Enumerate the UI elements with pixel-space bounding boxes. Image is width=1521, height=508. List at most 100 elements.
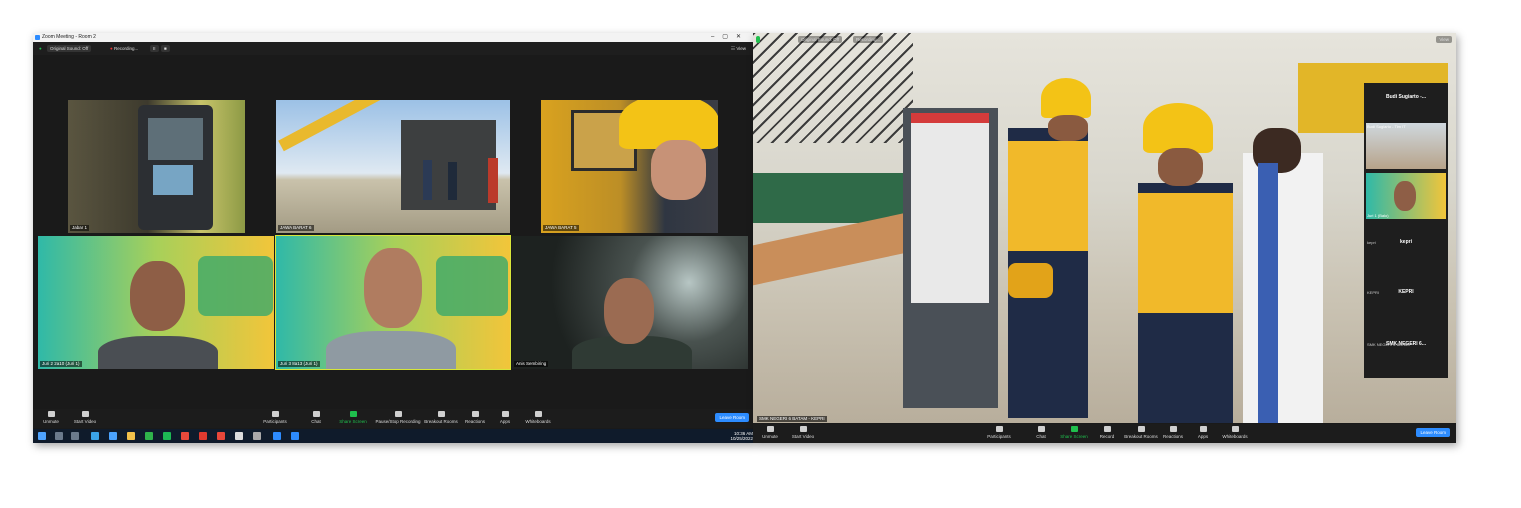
share-screen-label: Share Screen xyxy=(1060,434,1088,439)
motor xyxy=(1008,263,1053,298)
apps-icon xyxy=(1199,426,1207,432)
face xyxy=(1394,181,1416,211)
apps-label: Apps xyxy=(1197,434,1209,439)
windows-taskbar: 10:36 AM 10/25/2022 xyxy=(33,429,753,443)
breakout-label: Breakout Rooms xyxy=(424,419,458,424)
whiteboard-icon xyxy=(1231,426,1239,432)
recording-indicator[interactable]: ● Recording... xyxy=(107,45,141,52)
zoom-icon xyxy=(35,35,40,40)
start-video-label: Start Video xyxy=(73,419,97,424)
chat-label: Chat xyxy=(311,419,321,424)
edge-icon[interactable] xyxy=(91,432,99,440)
hard-hat xyxy=(1041,78,1091,118)
main-video[interactable] xyxy=(753,33,1456,423)
pause-recording-icon xyxy=(394,411,402,417)
start-video-label: Start Video xyxy=(791,434,815,439)
video-off-icon xyxy=(81,411,89,417)
hard-hat xyxy=(1143,103,1213,153)
spotify-icon[interactable] xyxy=(163,432,171,440)
mail-icon[interactable] xyxy=(109,432,117,440)
search-icon[interactable] xyxy=(55,432,63,440)
share-screen-icon xyxy=(1070,426,1078,432)
stop-icon[interactable]: ■ xyxy=(161,45,170,52)
chrome-icon[interactable] xyxy=(181,432,189,440)
face xyxy=(604,278,654,344)
video-tile[interactable]: JAWA BARAT 5 xyxy=(541,100,718,233)
breakout-rooms-icon xyxy=(437,411,445,417)
sidebar-video-tile[interactable]: Budi Sugiarto - Tim IT xyxy=(1366,123,1446,169)
original-sound-button[interactable]: Original Sound: Off xyxy=(47,45,92,52)
windows-start-icon[interactable] xyxy=(38,432,46,440)
assessor xyxy=(1243,153,1323,423)
share-screen-button[interactable]: Share Screen xyxy=(333,411,373,424)
whiteboards-button[interactable]: Whiteboards xyxy=(1215,426,1255,439)
meeting-toolbar: Unmute Start Video Participants Chat Sha… xyxy=(33,409,753,428)
task-view-icon[interactable] xyxy=(71,432,79,440)
participants-icon xyxy=(271,411,279,417)
window-title: Zoom Meeting - Room 2 xyxy=(42,34,96,40)
video-tile[interactable]: Anis Sembiring xyxy=(512,236,748,369)
share-screen-label: Share Screen xyxy=(339,419,367,424)
face xyxy=(651,140,706,200)
app-icon[interactable] xyxy=(291,432,299,440)
app-icon[interactable] xyxy=(235,432,243,440)
whiteboards-label: Whiteboards xyxy=(1222,434,1248,439)
participant-name: JAWA BARAT 6 xyxy=(278,225,314,231)
app-icon[interactable] xyxy=(217,432,225,440)
leave-room-button[interactable]: Leave Room xyxy=(715,413,749,422)
participants-button[interactable]: Participants xyxy=(979,426,1019,439)
pause-icon[interactable]: II xyxy=(150,45,159,52)
shoulders xyxy=(98,336,218,369)
window-controls[interactable]: –▢✕ xyxy=(711,33,749,42)
meeting-top-bar: ● Original Sound: Off ● Recording... II … xyxy=(33,42,753,55)
chat-label: Chat xyxy=(1036,434,1046,439)
view-button[interactable]: View xyxy=(1436,36,1452,43)
shield-icon xyxy=(756,36,760,43)
file-explorer-icon[interactable] xyxy=(127,432,135,440)
clock-date: 10/25/2022 xyxy=(730,436,753,441)
leave-room-button[interactable]: Leave Room xyxy=(1416,428,1450,437)
whiteboards-button[interactable]: Whiteboards xyxy=(518,411,558,424)
staircase xyxy=(753,33,913,143)
zoom-taskbar-icon[interactable] xyxy=(273,432,281,440)
face xyxy=(130,261,185,331)
reactions-label: Reactions xyxy=(464,419,485,424)
video-tile-active-speaker[interactable]: Juri 3 8a13 (Juri 1) xyxy=(275,235,511,370)
electrical-panel xyxy=(911,113,989,303)
participant-name: Juri 2 2a10 (Juri 1) xyxy=(40,361,82,367)
meeting-top-bar: Original Sound: Off Recording... View xyxy=(753,33,1456,47)
video-tile[interactable]: Juri 2 2a10 (Juri 1) xyxy=(38,236,274,369)
sidebar-video-tile[interactable]: Juri 1 (Balo) xyxy=(1366,173,1446,219)
record-label: Record xyxy=(1099,434,1115,439)
app-icon[interactable] xyxy=(199,432,207,440)
recording-indicator[interactable]: Recording... xyxy=(853,36,884,43)
participants-button[interactable]: Participants xyxy=(255,411,295,424)
original-sound-button[interactable]: Original Sound: Off xyxy=(798,36,843,43)
shield-icon: ● xyxy=(39,46,42,51)
sidebar-name-tile[interactable]: SMK NEGERI 6... SMK NEGERI 6 BATAM xyxy=(1364,328,1448,364)
main-participant-name: SMK NEGERI 6 BATAM - KEPRI xyxy=(757,416,827,422)
settings-icon[interactable] xyxy=(253,432,261,440)
face xyxy=(1048,115,1088,141)
participant-name: Budi Sugiarto - Tim IT xyxy=(1367,124,1406,129)
sidebar-name-tile[interactable]: KEPRI KEPRI xyxy=(1364,276,1448,312)
pause-stop-recording-button[interactable]: Pause/Stop Recording xyxy=(373,411,423,424)
start-video-button[interactable]: Start Video xyxy=(65,411,105,424)
participant-name: Juri 3 8a13 (Juri 1) xyxy=(278,361,320,367)
sidebar-name-tile[interactable]: kepri kepri xyxy=(1364,226,1448,262)
video-off-icon xyxy=(799,426,807,432)
whatsapp-icon[interactable] xyxy=(145,432,153,440)
microphone-muted-icon xyxy=(47,411,55,417)
sidebar-name-tile[interactable]: Budi Sugiarto -... xyxy=(1364,83,1448,119)
video-tile[interactable]: Jabar 1 xyxy=(68,100,245,233)
start-video-button[interactable]: Start Video xyxy=(783,426,823,439)
chat-icon xyxy=(312,411,320,417)
reactions-icon xyxy=(471,411,479,417)
excavator-arm xyxy=(278,100,408,152)
recording-label: Recording... xyxy=(113,46,139,51)
video-tile[interactable]: JAWA BARAT 6 xyxy=(276,100,510,233)
chat-button[interactable]: Chat xyxy=(296,411,336,424)
banner-graphic xyxy=(198,256,273,316)
view-button[interactable]: ☷ View xyxy=(728,45,749,52)
person xyxy=(488,158,498,203)
